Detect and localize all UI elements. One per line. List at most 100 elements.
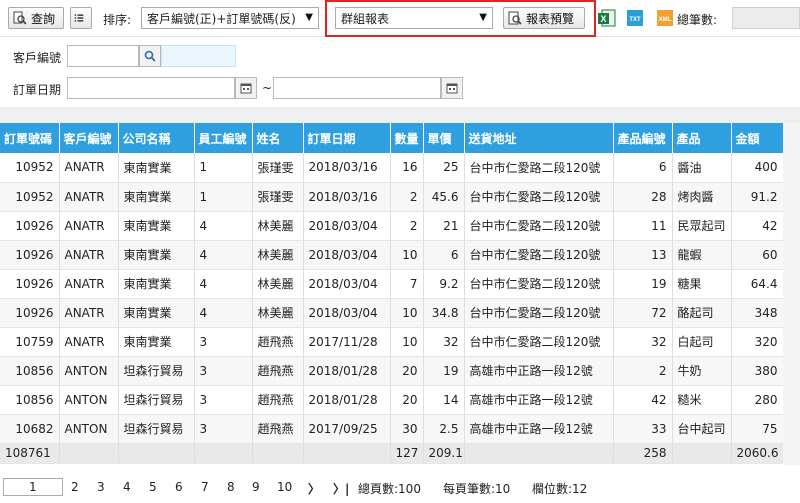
xml-export-icon[interactable]: XML (656, 9, 674, 27)
cell-product-id: 42 (613, 385, 673, 415)
cell-customer-id: ANTON (59, 356, 119, 386)
cell-order-date: 2018/03/04 (303, 240, 391, 270)
cell-address: 高雄市中正路一段12號 (464, 414, 614, 444)
orders-grid: 訂單號碼 客戶編號 公司名稱 員工編號 姓名 訂單日期 數量 單價 送貨地址 產… (0, 123, 784, 464)
table-row[interactable]: 10856 ANTON 坦森行貿易 3 趙飛燕 2018/01/28 20 14 高雄市中正路一… (0, 385, 784, 415)
cell-order-id: 10926 (0, 240, 60, 270)
date-from-calendar-button[interactable] (235, 77, 257, 99)
chevron-down-icon: ▼ (479, 12, 487, 23)
summary-row: 108761 127 209.1 258 2060.6 (0, 443, 784, 464)
pager: 1 2 3 4 5 6 7 8 9 10 〉 〉| 總頁數:100 每頁筆數:1… (0, 473, 800, 503)
cell-address: 高雄市中正路一段12號 (464, 385, 614, 415)
page-link[interactable]: 3 (97, 480, 105, 494)
table-row[interactable]: 10926 ANATR 東南實業 4 林美麗 2018/03/04 7 9.2 台中市仁愛路二段… (0, 269, 784, 299)
column-header[interactable]: 送貨地址 (464, 123, 614, 153)
cell-quantity: 2 (390, 211, 424, 241)
column-header[interactable]: 單價 (423, 123, 465, 153)
last-page-icon[interactable]: 〉| (333, 480, 349, 497)
cell-quantity: 10 (390, 240, 424, 270)
cell-product-id: 28 (613, 182, 673, 212)
cell-product: 民眾起司 (672, 211, 732, 241)
cell-company: 東南實業 (118, 240, 195, 270)
cell-product-id: 11 (613, 211, 673, 241)
summary-unit-price: 209.1 (423, 443, 465, 464)
cell-product: 烤肉醬 (672, 182, 732, 212)
cell-order-date: 2018/03/04 (303, 269, 391, 299)
table-row[interactable]: 10926 ANATR 東南實業 4 林美麗 2018/03/04 10 6 台中市仁愛路二段1… (0, 240, 784, 270)
table-row[interactable]: 10682 ANTON 坦森行貿易 3 趙飛燕 2017/09/25 30 2.5 高雄市中正路… (0, 414, 784, 444)
customer-label: 客戶編號 (13, 51, 62, 65)
summary-cell (59, 443, 119, 464)
cell-employee-id: 4 (194, 298, 253, 328)
sort-select-value: 客戶編號(正)+訂單號碼(反) (147, 11, 296, 26)
sort-label: 排序: (103, 13, 132, 27)
cell-product: 台中起司 (672, 414, 732, 444)
cell-quantity: 20 (390, 385, 424, 415)
table-row[interactable]: 10926 ANATR 東南實業 4 林美麗 2018/03/04 10 34.8 台中市仁愛路… (0, 298, 784, 328)
cell-company: 東南實業 (118, 153, 195, 183)
cell-customer-id: ANATR (59, 182, 119, 212)
date-to-calendar-button[interactable] (441, 77, 463, 99)
current-page-input[interactable]: 1 (3, 478, 63, 496)
column-header[interactable]: 金額 (731, 123, 784, 153)
query-button[interactable]: 查詢 (8, 7, 64, 29)
cell-product-id: 13 (613, 240, 673, 270)
page-link[interactable]: 7 (201, 480, 209, 494)
table-row[interactable]: 10952 ANATR 東南實業 1 張瑾雯 2018/03/16 2 45.6 台中市仁愛路二… (0, 182, 784, 212)
sort-select[interactable]: 客戶編號(正)+訂單號碼(反) ▼ (141, 7, 319, 29)
table-row[interactable]: 10856 ANTON 坦森行貿易 3 趙飛燕 2018/01/28 20 19 高雄市中正路一… (0, 356, 784, 386)
page-link[interactable]: 8 (227, 480, 235, 494)
page-link[interactable]: 5 (149, 480, 157, 494)
column-header[interactable]: 姓名 (252, 123, 304, 153)
next-page-icon[interactable]: 〉 (308, 480, 320, 497)
report-select-value: 群組報表 (341, 11, 390, 26)
cell-order-date: 2018/01/28 (303, 385, 391, 415)
column-header[interactable]: 員工編號 (194, 123, 253, 153)
summary-order-id: 108761 (0, 443, 60, 464)
table-row[interactable]: 10926 ANATR 東南實業 4 林美麗 2018/03/04 2 21 台中市仁愛路二段1… (0, 211, 784, 241)
customer-search-button[interactable] (139, 45, 161, 67)
report-select[interactable]: 群組報表 ▼ (335, 7, 493, 29)
page-link[interactable]: 2 (71, 480, 79, 494)
cell-unit-price: 21 (423, 211, 465, 241)
page-link[interactable]: 9 (252, 480, 260, 494)
page-link[interactable]: 4 (123, 480, 131, 494)
txt-export-icon[interactable]: TXT (626, 9, 644, 27)
order-date-from-input[interactable] (67, 77, 235, 99)
cell-order-date: 2018/03/16 (303, 182, 391, 212)
column-list-button[interactable] (70, 7, 92, 29)
cell-company: 坦森行貿易 (118, 414, 195, 444)
table-row[interactable]: 10952 ANATR 東南實業 1 張瑾雯 2018/03/16 16 25 台中市仁愛路二段… (0, 153, 784, 183)
order-date-to-input[interactable] (273, 77, 441, 99)
cell-order-id: 10856 (0, 385, 60, 415)
summary-cell (252, 443, 304, 464)
excel-export-icon[interactable]: X (598, 9, 616, 27)
page-link[interactable]: 10 (277, 480, 292, 494)
cell-order-date: 2018/03/16 (303, 153, 391, 183)
cell-order-date: 2018/03/04 (303, 298, 391, 328)
grid-scrollbar[interactable] (783, 123, 800, 465)
search-document-icon (13, 11, 27, 25)
grid-header-row: 訂單號碼 客戶編號 公司名稱 員工編號 姓名 訂單日期 數量 單價 送貨地址 產… (0, 123, 784, 153)
customer-id-input[interactable] (67, 45, 139, 67)
cell-order-id: 10759 (0, 327, 60, 357)
cell-order-date: 2018/01/28 (303, 356, 391, 386)
column-header[interactable]: 訂單日期 (303, 123, 391, 153)
column-header[interactable]: 數量 (390, 123, 424, 153)
column-header[interactable]: 公司名稱 (118, 123, 195, 153)
cell-employee-id: 4 (194, 269, 253, 299)
page-size: 每頁筆數:10 (443, 482, 511, 496)
cell-product-id: 32 (613, 327, 673, 357)
table-row[interactable]: 10759 ANATR 東南實業 3 趙飛燕 2017/11/28 10 32 台中市仁愛路二段… (0, 327, 784, 357)
column-header[interactable]: 訂單號碼 (0, 123, 60, 153)
page-link[interactable]: 6 (175, 480, 183, 494)
cell-company: 東南實業 (118, 269, 195, 299)
column-header[interactable]: 產品編號 (613, 123, 673, 153)
cell-company: 坦森行貿易 (118, 385, 195, 415)
cell-address: 台中市仁愛路二段120號 (464, 269, 614, 299)
report-preview-button[interactable]: 報表預覽 (503, 7, 585, 29)
column-header[interactable]: 客戶編號 (59, 123, 119, 153)
summary-cell (118, 443, 195, 464)
column-header[interactable]: 產品 (672, 123, 732, 153)
cell-address: 台中市仁愛路二段120號 (464, 182, 614, 212)
